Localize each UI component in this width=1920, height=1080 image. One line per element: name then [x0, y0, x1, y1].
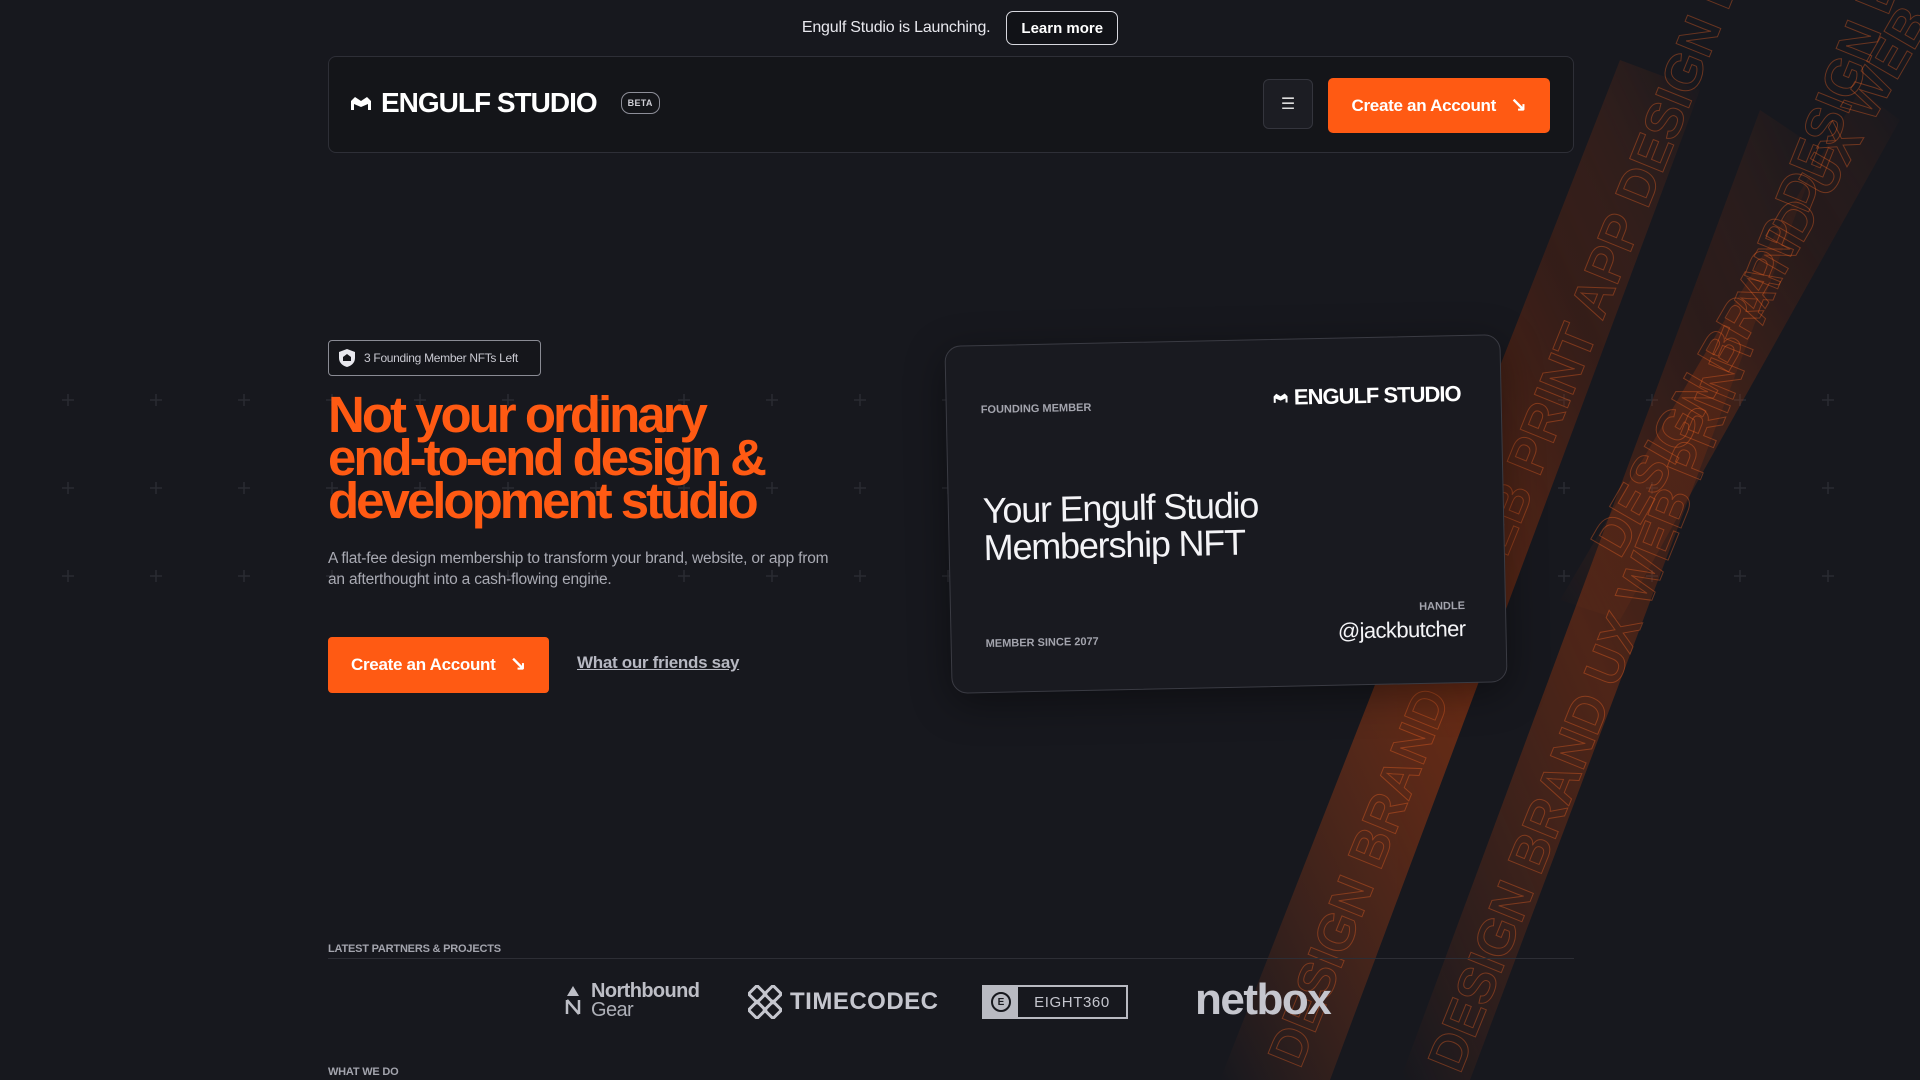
timecodec-name: TIMECODEC — [790, 988, 939, 1015]
grid-plus-mark — [1822, 570, 1834, 582]
timecodec-mark-icon — [748, 985, 782, 1019]
arrow-down-right-icon: ↘ — [509, 654, 527, 676]
grid-plus-mark — [62, 482, 74, 494]
hero-title-line-3: development studio — [328, 472, 759, 529]
grid-plus-mark — [238, 482, 250, 494]
card-founding-label: FOUNDING MEMBER — [980, 401, 1092, 417]
hero-description: A flat-fee design membership to transfor… — [328, 550, 829, 588]
partner-logo-netbox: netbox — [1195, 975, 1332, 1024]
hero-create-account-label: Create an Account — [351, 655, 496, 674]
founding-nft-pill: 3 Founding Member NFTs Left — [328, 340, 541, 376]
northbound-mark-icon — [565, 986, 581, 1015]
partner-logo-northbound: Northbound Gear — [565, 981, 700, 1021]
grid-plus-mark — [238, 570, 250, 582]
membership-nft-card: FOUNDING MEMBER ENGULF STUDIO Your Engul… — [944, 334, 1508, 694]
grid-plus-mark — [1646, 482, 1658, 494]
grid-plus-mark — [1646, 394, 1658, 406]
brand-name: ENGULF STUDIO — [381, 87, 598, 118]
grid-plus-mark — [1734, 482, 1746, 494]
card-brand-name: ENGULF STUDIO — [1293, 381, 1461, 410]
menu-button[interactable]: ☰ — [1263, 79, 1313, 129]
grid-plus-mark — [1822, 394, 1834, 406]
grid-plus-mark — [1646, 570, 1658, 582]
grid-plus-mark — [238, 394, 250, 406]
grid-plus-mark — [150, 570, 162, 582]
announcement-bar: Engulf Studio is Launching. Learn more — [0, 10, 1920, 46]
grid-plus-mark — [854, 570, 866, 582]
arrow-down-right-icon: ↘ — [1510, 94, 1527, 117]
beta-badge: BETA — [620, 92, 660, 114]
eight360-mark-letter: E — [991, 992, 1011, 1012]
streak-text-3: DESIGN BRAND UX WEB PRINT APP DESIGN BRA… — [1580, 0, 1920, 566]
grid-plus-mark — [1822, 482, 1834, 494]
what-we-do-label: WHAT WE DO — [328, 1066, 399, 1078]
grid-plus-mark — [62, 570, 74, 582]
card-member-since: MEMBER SINCE 2077 — [985, 635, 1099, 651]
grid-plus-mark — [1558, 570, 1570, 582]
hero-create-account-button[interactable]: Create an Account ↘ — [328, 637, 549, 693]
hero-title: Not your ordinary end-to-end design & de… — [328, 389, 848, 529]
eight360-name: EIGHT360 — [1034, 993, 1110, 1011]
pill-text: 3 Founding Member NFTs Left — [364, 351, 518, 365]
partner-logo-eight360: E EIGHT360 — [982, 985, 1128, 1019]
grid-plus-mark — [854, 482, 866, 494]
announcement-text: Engulf Studio is Launching. — [801, 19, 991, 36]
hamburger-menu-icon: ☰ — [1280, 96, 1296, 113]
partners-label: LATEST PARTNERS & PROJECTS — [328, 943, 501, 955]
nav-create-account-button[interactable]: Create an Account ↘ — [1328, 78, 1550, 133]
grid-plus-mark — [150, 482, 162, 494]
nav-create-account-label: Create an Account — [1351, 95, 1497, 115]
grid-plus-mark — [62, 394, 74, 406]
brand-mark-icon — [351, 97, 371, 110]
testimonials-link[interactable]: What our friends say — [577, 653, 739, 673]
brand-mark-icon — [1273, 393, 1289, 403]
partner-logo-timecodec: TIMECODEC — [748, 985, 939, 1019]
learn-more-button[interactable]: Learn more — [1006, 11, 1119, 45]
northbound-sub: Gear — [591, 999, 634, 1021]
partners-divider — [328, 958, 1574, 959]
card-brand-logo: ENGULF STUDIO — [1273, 381, 1461, 411]
card-handle-label: HANDLE — [1419, 600, 1466, 613]
card-handle: @jackbutcher — [1337, 616, 1466, 644]
grid-plus-mark — [150, 394, 162, 406]
brand-logo[interactable]: ENGULF STUDIO BETA — [351, 87, 660, 119]
eight360-mark-icon: E — [984, 987, 1018, 1017]
grid-plus-mark — [1734, 394, 1746, 406]
shield-icon — [339, 349, 355, 367]
card-title: Your Engulf Studio Membership NFT — [982, 484, 1259, 569]
grid-plus-mark — [1558, 482, 1570, 494]
grid-plus-mark — [1558, 394, 1570, 406]
grid-plus-mark — [1734, 570, 1746, 582]
navbar: ENGULF STUDIO BETA ☰ Create an Account ↘ — [328, 56, 1574, 153]
grid-plus-mark — [854, 394, 866, 406]
